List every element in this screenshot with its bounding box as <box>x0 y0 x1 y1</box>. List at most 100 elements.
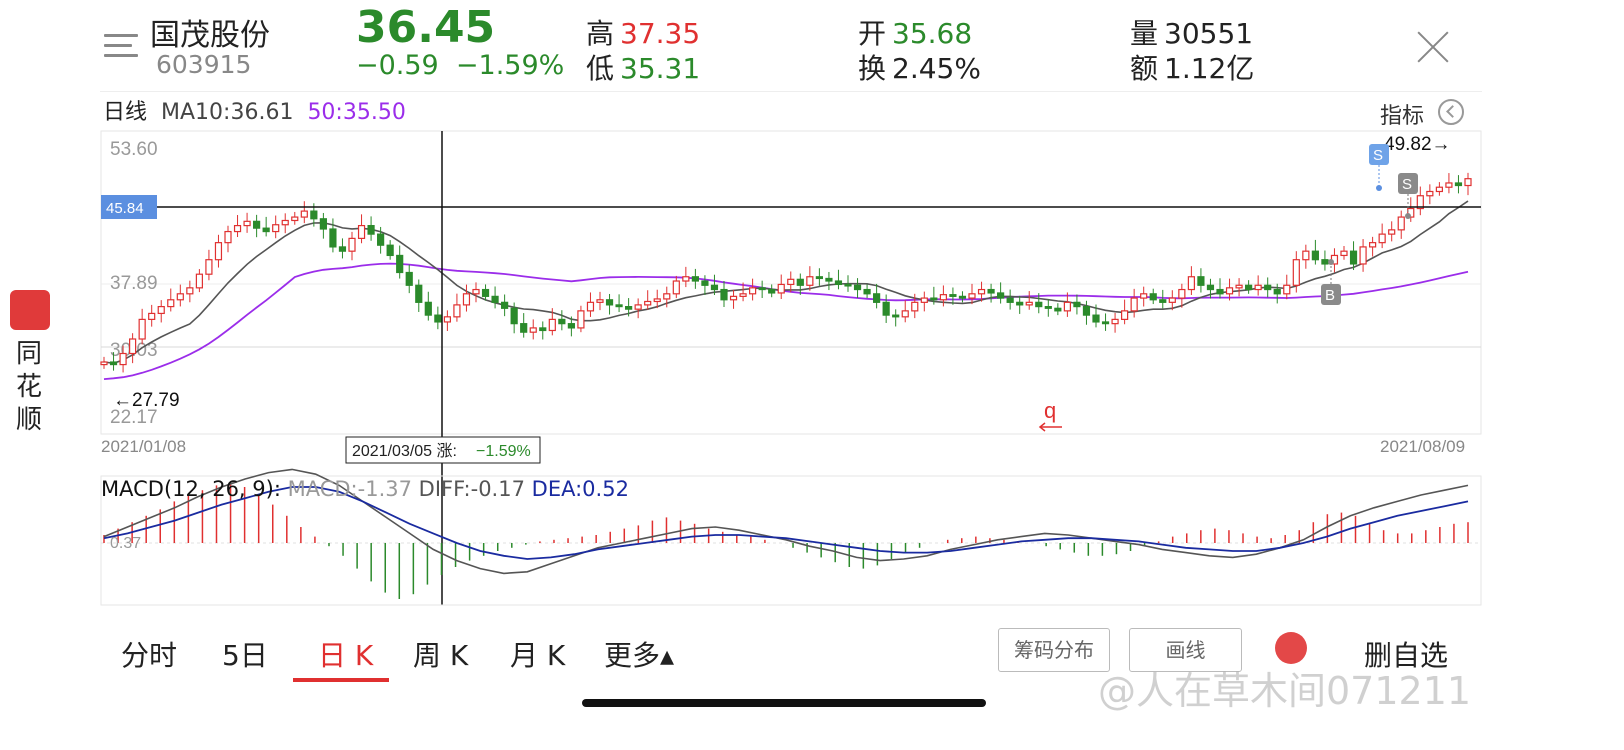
candle-body <box>1044 306 1052 309</box>
candle-body <box>529 327 537 333</box>
candle-body <box>100 361 108 366</box>
macd-zero-label: 0.37 <box>110 535 141 552</box>
candle-body <box>272 224 280 233</box>
candle-body <box>348 237 356 252</box>
chip-distribution-button[interactable]: 筹码分布 <box>998 628 1110 672</box>
candle-body <box>148 312 156 320</box>
candle-body <box>434 314 442 323</box>
candle-body <box>109 361 118 366</box>
dea-value: DEA:0.52 <box>531 477 629 501</box>
candle-body <box>1225 287 1234 295</box>
candle-body <box>806 276 814 286</box>
candle-body <box>548 318 556 332</box>
candle-body <box>1435 186 1443 193</box>
candle-body <box>253 220 261 229</box>
candle-body <box>1273 288 1281 295</box>
candle-body <box>558 318 566 325</box>
candle-body <box>1369 242 1377 248</box>
candle-body <box>701 280 709 286</box>
candle-body <box>415 284 423 303</box>
candle-body <box>338 246 347 252</box>
candle-body <box>739 293 747 297</box>
tab-5day[interactable]: 5日 <box>222 634 268 674</box>
candle-body <box>949 294 957 297</box>
min-price-label: ←27.79 <box>113 390 180 411</box>
candle-body <box>672 280 680 295</box>
candle-body <box>310 210 318 220</box>
candle-body <box>1378 233 1386 244</box>
tab-more[interactable]: 更多▴ <box>604 634 674 674</box>
candle-body <box>1073 301 1081 308</box>
candle-body <box>1092 314 1100 323</box>
candle-body <box>1178 288 1186 299</box>
candle-body <box>1292 259 1300 286</box>
candle-body <box>1121 310 1129 320</box>
candle-body <box>129 338 137 355</box>
tab-intraday[interactable]: 分时 <box>121 634 177 674</box>
candle-body <box>377 233 385 246</box>
candle-body <box>1111 318 1119 325</box>
candle-body <box>930 297 938 301</box>
candle-body <box>243 220 251 227</box>
candle-body <box>691 276 699 282</box>
candle-body <box>1025 301 1033 306</box>
candle-body <box>663 293 671 300</box>
candle-body <box>1054 307 1062 312</box>
candle-body <box>510 307 518 325</box>
candle-body <box>1016 301 1024 306</box>
candle-body <box>1216 288 1224 295</box>
candle-body <box>892 314 900 318</box>
candle-body <box>1283 284 1291 295</box>
tab-monthly-k[interactable]: 月 K <box>510 634 565 674</box>
candle-body <box>634 304 642 310</box>
candle-body <box>367 224 375 235</box>
candle-body <box>386 244 394 257</box>
candle-body <box>1397 216 1405 231</box>
candle-body <box>1082 306 1091 316</box>
candle-body <box>815 276 823 280</box>
candle-body <box>1206 284 1215 291</box>
candle-body <box>720 288 728 301</box>
candle-body <box>424 301 432 316</box>
candle-body <box>501 301 509 309</box>
candle-body <box>1359 246 1367 265</box>
signal-buy: B <box>1325 287 1335 304</box>
candle-body <box>472 288 480 295</box>
ma10-line <box>103 200 1469 365</box>
candle-body <box>539 327 547 332</box>
candle-body <box>1235 284 1243 289</box>
watermark: @人在草木间071211 <box>1098 669 1472 713</box>
candle-body <box>443 316 451 323</box>
candle-body <box>205 259 213 275</box>
candle-body <box>901 310 909 318</box>
candle-body <box>1302 250 1310 261</box>
candle-body <box>987 288 995 294</box>
candle-body <box>577 310 585 329</box>
annotation-q: q <box>1044 398 1056 423</box>
candle-body <box>1245 284 1253 291</box>
candle-body <box>195 273 203 289</box>
signal-sell-1: S <box>1373 147 1383 164</box>
candle-body <box>1311 250 1319 261</box>
diff-value: DIFF:-0.17 <box>418 477 525 501</box>
candle-body <box>882 301 890 316</box>
candle-body <box>1101 321 1110 325</box>
tab-daily-k[interactable]: 日 K <box>318 634 373 674</box>
candle-body <box>768 288 776 294</box>
candle-body <box>262 227 270 233</box>
candle-body <box>1187 276 1195 291</box>
candle-body <box>1035 301 1043 308</box>
candle-body <box>787 278 795 286</box>
y-tick-label: 53.60 <box>110 139 158 160</box>
tab-weekly-k[interactable]: 周 K <box>413 634 468 674</box>
candle-body <box>329 228 337 248</box>
candlestick-chart[interactable]: 53.6037.8930.0322.17 45.84 49.82→ ←27.79… <box>0 0 1624 620</box>
candle-body <box>1130 297 1138 312</box>
candle-body <box>357 224 366 239</box>
candle-body <box>281 219 289 226</box>
candle-body <box>1454 182 1463 187</box>
candle-body <box>167 299 175 308</box>
candle-body <box>644 300 652 306</box>
candle-body <box>462 293 471 306</box>
candle-body <box>625 306 633 310</box>
